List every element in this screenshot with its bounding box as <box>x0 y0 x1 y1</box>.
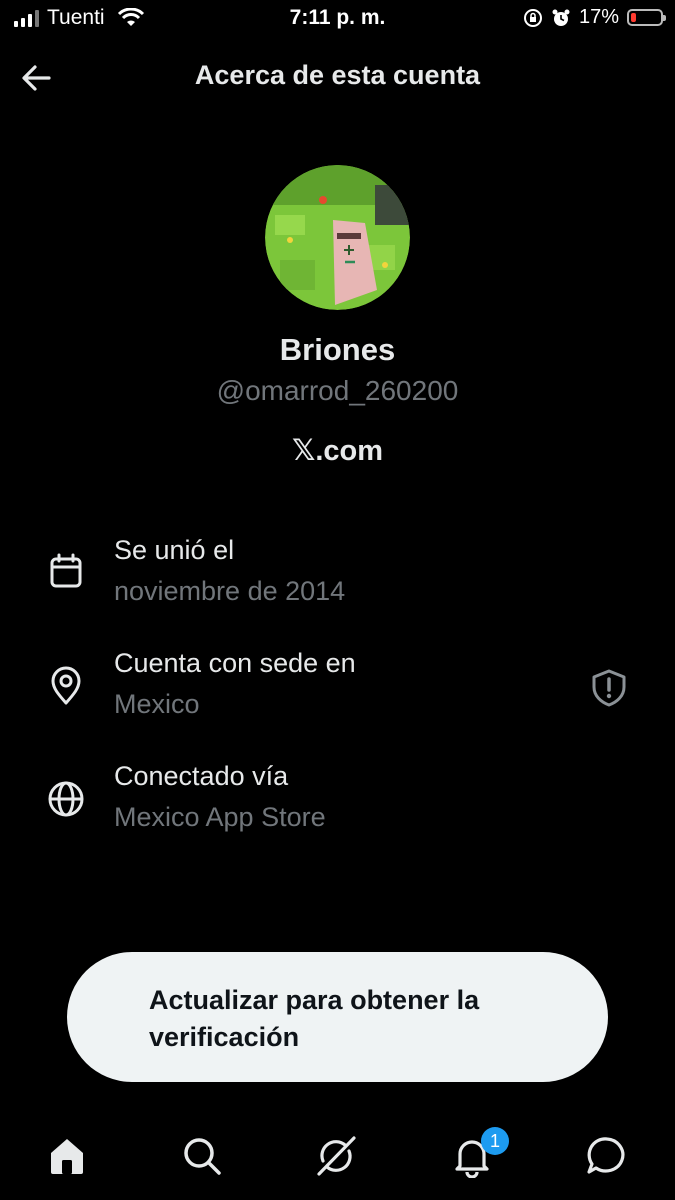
battery-percent: 17% <box>578 6 619 28</box>
page-title: Acerca de esta cuenta <box>194 60 481 90</box>
calendar-icon <box>50 553 82 588</box>
upgrade-verification-label: Actualizar para obtener la verificación <box>149 985 480 1052</box>
shield-alert-icon[interactable] <box>590 668 628 708</box>
grok-icon[interactable] <box>314 1134 358 1178</box>
globe-icon <box>48 781 84 817</box>
home-icon[interactable] <box>45 1134 89 1178</box>
status-bar: Tuenti 7:11 p. m. 17% <box>0 0 675 40</box>
location-pin-icon <box>51 666 81 705</box>
joined-title: Se unió el <box>114 535 235 565</box>
battery-icon <box>627 9 666 26</box>
username-handle: @omarrod_260200 <box>216 375 459 406</box>
connected-via-row: Conectado vía Mexico App Store <box>0 761 675 851</box>
notifications-badge: 1 <box>481 1127 509 1155</box>
based-in-title: Cuenta con sede en <box>114 648 356 678</box>
avatar[interactable] <box>265 165 410 310</box>
tab-bar <box>0 1120 675 1200</box>
search-icon[interactable] <box>180 1134 224 1178</box>
battery-level <box>631 13 636 22</box>
header: Acerca de esta cuenta <box>0 52 675 102</box>
display-name: Briones <box>279 332 396 367</box>
connected-via-title: Conectado vía <box>114 761 289 791</box>
based-in-value: Mexico <box>114 689 200 719</box>
based-in-row: Cuenta con sede en Mexico <box>0 648 675 738</box>
alarm-icon <box>552 9 570 26</box>
upgrade-verification-button[interactable]: Actualizar para obtener la verificación <box>67 952 608 1082</box>
joined-value: noviembre de 2014 <box>114 576 346 606</box>
rotation-lock-icon <box>523 8 542 27</box>
connected-via-value: Mexico App Store <box>114 802 326 832</box>
joined-row: Se unió el noviembre de 2014 <box>0 535 675 625</box>
site-label: 𝕏.com <box>291 435 384 467</box>
messages-icon[interactable] <box>585 1134 629 1178</box>
